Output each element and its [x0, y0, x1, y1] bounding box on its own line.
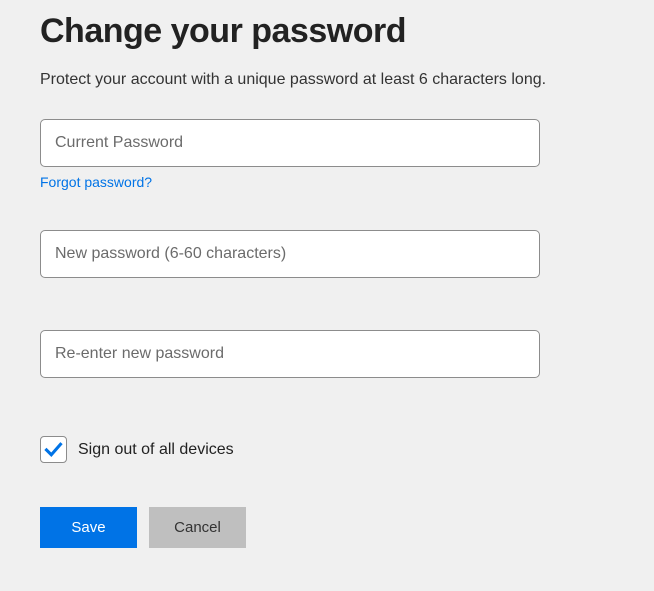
- page-subtitle: Protect your account with a unique passw…: [40, 69, 614, 91]
- current-password-field-wrapper: [40, 119, 540, 167]
- button-row: Save Cancel: [40, 507, 614, 548]
- check-icon: [43, 439, 64, 460]
- signout-checkbox-row: Sign out of all devices: [40, 436, 614, 463]
- new-password-field-wrapper: [40, 230, 540, 278]
- change-password-form: Forgot password? Sign out of all devices…: [40, 119, 614, 548]
- confirm-password-field-wrapper: [40, 330, 540, 378]
- save-button[interactable]: Save: [40, 507, 137, 548]
- cancel-button[interactable]: Cancel: [149, 507, 246, 548]
- confirm-password-input[interactable]: [55, 331, 525, 377]
- page-title: Change your password: [40, 12, 614, 51]
- forgot-password-link[interactable]: Forgot password?: [40, 174, 152, 190]
- signout-checkbox[interactable]: [40, 436, 67, 463]
- current-password-input[interactable]: [55, 120, 525, 166]
- new-password-input[interactable]: [55, 231, 525, 277]
- signout-checkbox-label: Sign out of all devices: [78, 441, 234, 459]
